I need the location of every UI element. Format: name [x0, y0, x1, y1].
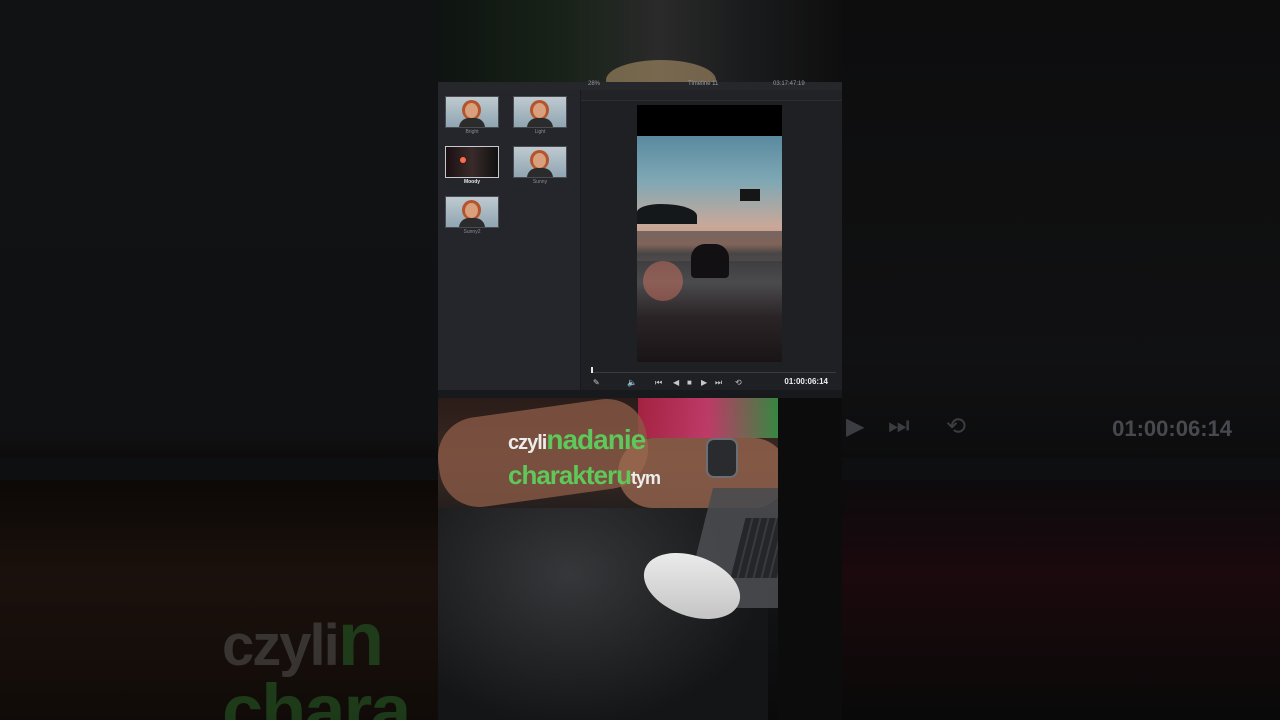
playhead[interactable] — [591, 367, 593, 373]
loop-icon[interactable]: ⟲ — [735, 378, 742, 387]
preset-thumb-sunny[interactable] — [513, 146, 567, 178]
background-right-blur: ▶ ⏭ ⟲ 01:00:06:14 — [842, 0, 1280, 720]
preset-thumb-light[interactable] — [513, 96, 567, 128]
timeline-strip — [438, 390, 842, 398]
preset-thumb-sunny2[interactable] — [445, 196, 499, 228]
skip-back-icon[interactable]: ⏮ — [655, 378, 662, 388]
viewer-header — [581, 90, 842, 101]
smartwatch — [706, 438, 738, 478]
scrub-bar[interactable] — [591, 372, 836, 373]
center-video: 28% Timeline 11 03:17:47:19 Bright Light… — [438, 0, 842, 720]
preset-thumb-bright[interactable] — [445, 96, 499, 128]
top-camera-shot — [438, 0, 842, 100]
editor-toolbar: 28% Timeline 11 03:17:47:19 — [438, 81, 842, 90]
play-icon[interactable]: ▶ — [701, 378, 707, 387]
video-frame[interactable] — [637, 105, 782, 362]
motorcycle-road-image — [637, 136, 782, 362]
preset-thumb-moody[interactable] — [445, 146, 499, 178]
preset-label-sunny2: Sunny2 — [463, 229, 481, 235]
timeline-name[interactable]: Timeline 11 — [688, 81, 718, 87]
zoom-label[interactable]: 28% — [588, 81, 600, 87]
caption-line-2: charakterutym — [508, 460, 661, 490]
preset-label-moody: Moody — [463, 179, 481, 185]
video-viewer: ✎ 🔈 ⏮ ◀ ■ ▶ ⏭ ⟲ 01:00:06:14 — [581, 90, 842, 390]
viewer-timecode: 01:00:06:14 — [784, 377, 828, 386]
preset-label-sunny: Sunny — [532, 179, 548, 185]
preset-label-light: Light — [534, 129, 546, 135]
editor-window: 28% Timeline 11 03:17:47:19 Bright Light… — [438, 81, 842, 398]
eyedropper-icon[interactable]: ✎ — [593, 378, 600, 387]
preset-gallery: Bright Light Moody Sunny Sunny2 — [438, 90, 581, 390]
source-timecode: 03:17:47:19 — [773, 81, 805, 87]
stop-icon[interactable]: ■ — [687, 378, 692, 387]
caption-line-1: czylinadanie — [508, 424, 646, 455]
speaker-icon[interactable]: 🔈 — [627, 378, 637, 387]
background-left-blur: czylin chara — [0, 0, 438, 720]
skip-forward-icon[interactable]: ⏭ — [715, 378, 722, 388]
preset-label-bright: Bright — [465, 129, 479, 135]
play-reverse-icon[interactable]: ◀ — [673, 378, 679, 387]
